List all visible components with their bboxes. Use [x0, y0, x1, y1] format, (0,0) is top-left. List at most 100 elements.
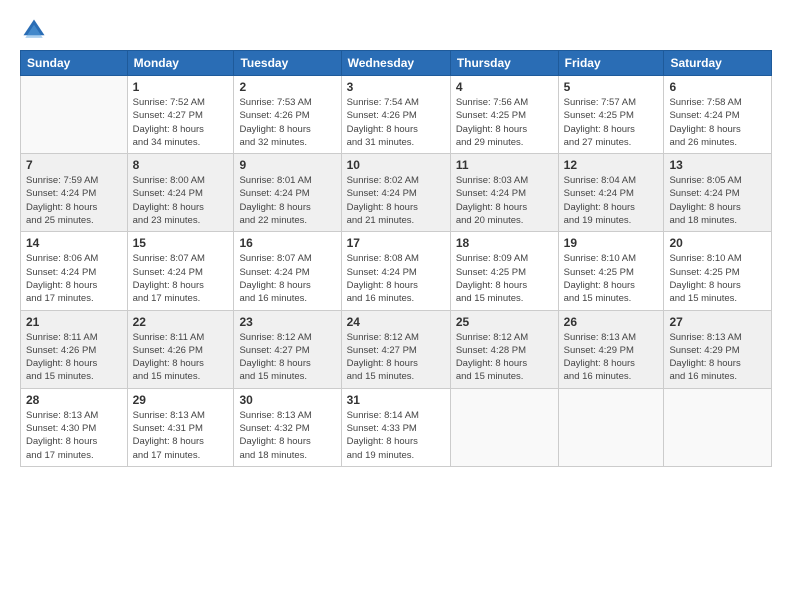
- calendar-cell: 23Sunrise: 8:12 AMSunset: 4:27 PMDayligh…: [234, 310, 341, 388]
- calendar-cell: 24 Sunrise: 8:12 AMSunset: 4:27 PMDayligh…: [341, 310, 450, 388]
- calendar-cell: [21, 76, 128, 154]
- day-info: Sunrise: 8:13 AMSunset: 4:31 PMDaylight:…: [133, 409, 229, 462]
- header: [20, 16, 772, 44]
- column-header-monday: Monday: [127, 51, 234, 76]
- calendar-cell: 10 Sunrise: 8:02 AMSunset: 4:24 PMDayligh…: [341, 154, 450, 232]
- day-info: Sunrise: 8:08 AMSunset: 4:24 PMDaylight:…: [347, 252, 445, 305]
- calendar-cell: 6 Sunrise: 7:58 AMSunset: 4:24 PMDaylight…: [664, 76, 772, 154]
- day-info: Sunrise: 8:00 AMSunset: 4:24 PMDaylight:…: [133, 174, 229, 227]
- column-header-wednesday: Wednesday: [341, 51, 450, 76]
- day-number: 15: [133, 236, 229, 250]
- calendar-cell: [664, 388, 772, 466]
- day-info: Sunrise: 8:09 AMSunset: 4:25 PMDaylight:…: [456, 252, 553, 305]
- day-info: Sunrise: 8:13 AMSunset: 4:32 PMDaylight:…: [239, 409, 335, 462]
- calendar-cell: 21 Sunrise: 8:11 AMSunset: 4:26 PMDayligh…: [21, 310, 128, 388]
- day-info: Sunrise: 7:53 AMSunset: 4:26 PMDaylight:…: [239, 96, 335, 149]
- day-number: 1: [133, 80, 229, 94]
- day-number: 24: [347, 315, 445, 329]
- calendar-week-row: 14 Sunrise: 8:06 AMSunset: 4:24 PMDayligh…: [21, 232, 772, 310]
- day-number: 2: [239, 80, 335, 94]
- day-number: 21: [26, 315, 122, 329]
- day-info: Sunrise: 8:07 AMSunset: 4:24 PMDaylight:…: [239, 252, 335, 305]
- column-header-tuesday: Tuesday: [234, 51, 341, 76]
- column-header-thursday: Thursday: [450, 51, 558, 76]
- calendar-cell: 16 Sunrise: 8:07 AMSunset: 4:24 PMDayligh…: [234, 232, 341, 310]
- calendar-cell: 26Sunrise: 8:13 AMSunset: 4:29 PMDayligh…: [558, 310, 664, 388]
- calendar-cell: 19 Sunrise: 8:10 AMSunset: 4:25 PMDayligh…: [558, 232, 664, 310]
- calendar-cell: [558, 388, 664, 466]
- day-number: 22: [133, 315, 229, 329]
- day-info: Sunrise: 8:01 AMSunset: 4:24 PMDaylight:…: [239, 174, 335, 227]
- day-info: Sunrise: 8:04 AMSunset: 4:24 PMDaylight:…: [564, 174, 659, 227]
- day-number: 9: [239, 158, 335, 172]
- calendar-cell: 11Sunrise: 8:03 AMSunset: 4:24 PMDayligh…: [450, 154, 558, 232]
- column-header-friday: Friday: [558, 51, 664, 76]
- day-number: 3: [347, 80, 445, 94]
- day-info: Sunrise: 8:11 AMSunset: 4:26 PMDaylight:…: [133, 331, 229, 384]
- day-info: Sunrise: 7:56 AMSunset: 4:25 PMDaylight:…: [456, 96, 553, 149]
- day-number: 7: [26, 158, 122, 172]
- day-number: 6: [669, 80, 766, 94]
- day-info: Sunrise: 8:12 AMSunset: 4:27 PMDaylight:…: [347, 331, 445, 384]
- calendar-cell: 14 Sunrise: 8:06 AMSunset: 4:24 PMDayligh…: [21, 232, 128, 310]
- day-info: Sunrise: 8:06 AMSunset: 4:24 PMDaylight:…: [26, 252, 122, 305]
- day-number: 27: [669, 315, 766, 329]
- day-number: 19: [564, 236, 659, 250]
- day-number: 29: [133, 393, 229, 407]
- logo: [20, 16, 52, 44]
- day-info: Sunrise: 7:52 AMSunset: 4:27 PMDaylight:…: [133, 96, 229, 149]
- calendar-cell: 7 Sunrise: 7:59 AMSunset: 4:24 PMDaylight…: [21, 154, 128, 232]
- day-number: 30: [239, 393, 335, 407]
- day-number: 8: [133, 158, 229, 172]
- day-info: Sunrise: 8:13 AMSunset: 4:30 PMDaylight:…: [26, 409, 122, 462]
- calendar-week-row: 28 Sunrise: 8:13 AMSunset: 4:30 PMDayligh…: [21, 388, 772, 466]
- calendar-cell: 9 Sunrise: 8:01 AMSunset: 4:24 PMDaylight…: [234, 154, 341, 232]
- day-number: 17: [347, 236, 445, 250]
- day-number: 13: [669, 158, 766, 172]
- day-info: Sunrise: 8:13 AMSunset: 4:29 PMDaylight:…: [669, 331, 766, 384]
- day-info: Sunrise: 8:13 AMSunset: 4:29 PMDaylight:…: [564, 331, 659, 384]
- day-number: 14: [26, 236, 122, 250]
- day-info: Sunrise: 8:12 AMSunset: 4:28 PMDaylight:…: [456, 331, 553, 384]
- calendar-cell: 25 Sunrise: 8:12 AMSunset: 4:28 PMDayligh…: [450, 310, 558, 388]
- day-info: Sunrise: 8:10 AMSunset: 4:25 PMDaylight:…: [669, 252, 766, 305]
- calendar-cell: 22 Sunrise: 8:11 AMSunset: 4:26 PMDayligh…: [127, 310, 234, 388]
- calendar-cell: 17 Sunrise: 8:08 AMSunset: 4:24 PMDayligh…: [341, 232, 450, 310]
- day-info: Sunrise: 8:07 AMSunset: 4:24 PMDaylight:…: [133, 252, 229, 305]
- calendar-table: SundayMondayTuesdayWednesdayThursdayFrid…: [20, 50, 772, 467]
- calendar-cell: 3 Sunrise: 7:54 AMSunset: 4:26 PMDaylight…: [341, 76, 450, 154]
- calendar-header-row: SundayMondayTuesdayWednesdayThursdayFrid…: [21, 51, 772, 76]
- day-info: Sunrise: 7:54 AMSunset: 4:26 PMDaylight:…: [347, 96, 445, 149]
- logo-icon: [20, 16, 48, 44]
- day-number: 16: [239, 236, 335, 250]
- day-info: Sunrise: 8:11 AMSunset: 4:26 PMDaylight:…: [26, 331, 122, 384]
- calendar-week-row: 7 Sunrise: 7:59 AMSunset: 4:24 PMDaylight…: [21, 154, 772, 232]
- day-info: Sunrise: 8:05 AMSunset: 4:24 PMDaylight:…: [669, 174, 766, 227]
- calendar-cell: 4Sunrise: 7:56 AMSunset: 4:25 PMDaylight…: [450, 76, 558, 154]
- calendar-cell: 13 Sunrise: 8:05 AMSunset: 4:24 PMDayligh…: [664, 154, 772, 232]
- day-number: 5: [564, 80, 659, 94]
- day-info: Sunrise: 7:57 AMSunset: 4:25 PMDaylight:…: [564, 96, 659, 149]
- calendar-cell: 8 Sunrise: 8:00 AMSunset: 4:24 PMDaylight…: [127, 154, 234, 232]
- day-number: 18: [456, 236, 553, 250]
- calendar-cell: 15 Sunrise: 8:07 AMSunset: 4:24 PMDayligh…: [127, 232, 234, 310]
- calendar-cell: 30 Sunrise: 8:13 AMSunset: 4:32 PMDayligh…: [234, 388, 341, 466]
- calendar-week-row: 1 Sunrise: 7:52 AMSunset: 4:27 PMDaylight…: [21, 76, 772, 154]
- day-number: 10: [347, 158, 445, 172]
- day-number: 28: [26, 393, 122, 407]
- page: SundayMondayTuesdayWednesdayThursdayFrid…: [0, 0, 792, 612]
- day-info: Sunrise: 7:58 AMSunset: 4:24 PMDaylight:…: [669, 96, 766, 149]
- calendar-cell: 28 Sunrise: 8:13 AMSunset: 4:30 PMDayligh…: [21, 388, 128, 466]
- day-info: Sunrise: 7:59 AMSunset: 4:24 PMDaylight:…: [26, 174, 122, 227]
- calendar-cell: 29 Sunrise: 8:13 AMSunset: 4:31 PMDayligh…: [127, 388, 234, 466]
- calendar-cell: 12Sunrise: 8:04 AMSunset: 4:24 PMDayligh…: [558, 154, 664, 232]
- day-info: Sunrise: 8:02 AMSunset: 4:24 PMDaylight:…: [347, 174, 445, 227]
- calendar-cell: [450, 388, 558, 466]
- day-number: 23: [239, 315, 335, 329]
- calendar-week-row: 21 Sunrise: 8:11 AMSunset: 4:26 PMDayligh…: [21, 310, 772, 388]
- column-header-sunday: Sunday: [21, 51, 128, 76]
- calendar-cell: 18 Sunrise: 8:09 AMSunset: 4:25 PMDayligh…: [450, 232, 558, 310]
- day-info: Sunrise: 8:10 AMSunset: 4:25 PMDaylight:…: [564, 252, 659, 305]
- day-number: 20: [669, 236, 766, 250]
- day-number: 25: [456, 315, 553, 329]
